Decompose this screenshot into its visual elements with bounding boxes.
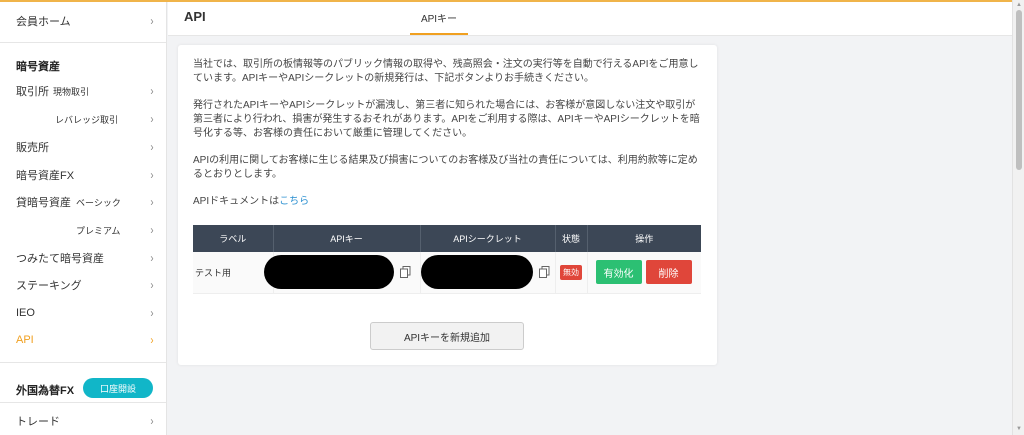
cell-label: テスト用 bbox=[193, 252, 274, 294]
sidebar-subitem-label: 現物取引 bbox=[53, 86, 90, 97]
doc-prefix: APIドキュメントは bbox=[193, 196, 280, 207]
delete-button[interactable]: 削除 bbox=[645, 260, 692, 285]
sidebar-item-label: 貸暗号資産 bbox=[16, 197, 71, 209]
add-api-key-button[interactable]: APIキーを新規追加 bbox=[370, 322, 524, 350]
page-title: API bbox=[184, 9, 206, 24]
sidebar-item-member-home[interactable]: 会員ホーム › bbox=[0, 8, 166, 34]
intro-text: 当社では、取引所の板情報等のパブリック情報の取得や、残高照会・注文の実行等を自動… bbox=[193, 59, 699, 84]
sidebar-item-label: トレード bbox=[16, 416, 60, 428]
sidebar-item-exchange-spot[interactable]: 取引所 現物取引 › bbox=[0, 78, 166, 104]
cell-api-key bbox=[263, 252, 421, 294]
chevron-right-icon: › bbox=[150, 84, 154, 98]
redacted-api-secret bbox=[420, 255, 533, 290]
cell-api-secret bbox=[420, 252, 556, 294]
status-badge: 無効 bbox=[560, 264, 582, 280]
sidebar-item-label: 取引所 bbox=[16, 86, 49, 98]
liability-text: APIの利用に関してお客様に生じる結果及び損害についてのお客様及び当社の責任につ… bbox=[193, 155, 698, 180]
section-title-fx: 外国為替FX bbox=[16, 385, 75, 397]
cell-actions: 有効化 削除 bbox=[587, 252, 701, 294]
chevron-right-icon: › bbox=[150, 251, 154, 265]
chevron-right-icon: › bbox=[150, 278, 154, 292]
scroll-down-arrow-icon[interactable]: ▼ bbox=[1016, 426, 1022, 432]
sidebar-item-tsumitate[interactable]: つみたて暗号資産 › bbox=[0, 245, 166, 271]
sidebar-subitem-label: レバレッジ取引 bbox=[55, 114, 119, 125]
sidebar: 会員ホーム › 暗号資産 取引所 現物取引 › レバレッジ取引 › 販売所 › … bbox=[0, 2, 167, 435]
redacted-api-key bbox=[263, 255, 394, 290]
chevron-right-icon: › bbox=[150, 333, 154, 347]
chevron-right-icon: › bbox=[150, 168, 154, 182]
chevron-right-icon: › bbox=[150, 112, 154, 126]
divider bbox=[0, 42, 166, 43]
sidebar-item-label: つみたて暗号資産 bbox=[16, 253, 104, 265]
divider bbox=[0, 362, 166, 363]
sidebar-item-lending-basic[interactable]: 貸暗号資産 ベーシック › bbox=[0, 189, 166, 215]
chevron-right-icon: › bbox=[150, 140, 154, 154]
sidebar-item-crypto-fx[interactable]: 暗号資産FX › bbox=[0, 162, 166, 188]
sidebar-item-ieo[interactable]: IEO › bbox=[0, 300, 166, 326]
sidebar-item-label: ステーキング bbox=[16, 280, 82, 292]
copy-icon[interactable] bbox=[539, 266, 550, 279]
sidebar-item-api[interactable]: API › bbox=[0, 327, 166, 353]
sidebar-item-label: IEO bbox=[16, 307, 35, 319]
warning-text: 発行されたAPIキーやAPIシークレットが漏洩し、第三者に知られた場合には、お客… bbox=[193, 100, 700, 139]
api-card: 当社では、取引所の板情報等のパブリック情報の取得や、残高照会・注文の実行等を自動… bbox=[178, 45, 717, 365]
sidebar-item-label: 会員ホーム bbox=[16, 16, 71, 28]
scroll-up-arrow-icon[interactable]: ▲ bbox=[1016, 2, 1022, 8]
sidebar-item-exchange-leverage[interactable]: レバレッジ取引 › bbox=[0, 106, 166, 132]
sidebar-item-lending-premium[interactable]: プレミアム › bbox=[0, 217, 166, 243]
doc-link[interactable]: こちら bbox=[279, 196, 309, 207]
table-row: テスト用 無効 有効化 削除 bbox=[193, 252, 701, 294]
sidebar-item-label: 暗号資産FX bbox=[16, 170, 75, 182]
section-title-crypto: 暗号資産 bbox=[16, 61, 60, 73]
chevron-right-icon: › bbox=[150, 195, 154, 209]
enable-button[interactable]: 有効化 bbox=[595, 260, 642, 285]
sidebar-item-staking[interactable]: ステーキング › bbox=[0, 272, 166, 298]
page-header: API APIキー bbox=[168, 2, 1012, 36]
sidebar-item-sales[interactable]: 販売所 › bbox=[0, 134, 166, 160]
column-header-actions: 操作 bbox=[587, 225, 701, 252]
table-header-row: ラベル APIキー APIシークレット 状態 操作 bbox=[193, 225, 701, 252]
column-header-label: ラベル bbox=[193, 225, 274, 252]
chevron-right-icon: › bbox=[150, 306, 154, 320]
scrollbar-thumb[interactable] bbox=[1016, 10, 1022, 170]
chevron-right-icon: › bbox=[150, 14, 154, 28]
sidebar-subitem-label: プレミアム bbox=[76, 225, 121, 236]
cell-status: 無効 bbox=[555, 252, 588, 294]
chevron-right-icon: › bbox=[150, 414, 154, 428]
open-account-button[interactable]: 口座開設 bbox=[83, 378, 153, 398]
tab-api-key[interactable]: APIキー bbox=[410, 2, 468, 35]
column-header-api-key: APIキー bbox=[273, 225, 421, 252]
sidebar-subitem-label: ベーシック bbox=[76, 197, 121, 208]
column-header-status: 状態 bbox=[555, 225, 588, 252]
sidebar-item-label: API bbox=[16, 334, 34, 346]
sidebar-item-label: 販売所 bbox=[16, 142, 49, 154]
chevron-right-icon: › bbox=[150, 223, 154, 237]
doc-line: APIドキュメントはこちら bbox=[193, 195, 703, 209]
api-key-table: ラベル APIキー APIシークレット 状態 操作 テスト用 無効 有効化 削除 bbox=[193, 225, 701, 294]
copy-icon[interactable] bbox=[400, 266, 411, 279]
divider bbox=[0, 402, 166, 403]
sidebar-item-trade[interactable]: トレード › bbox=[0, 408, 166, 434]
column-header-api-secret: APIシークレット bbox=[420, 225, 556, 252]
page-scrollbar[interactable]: ▲ ▼ bbox=[1012, 0, 1024, 435]
